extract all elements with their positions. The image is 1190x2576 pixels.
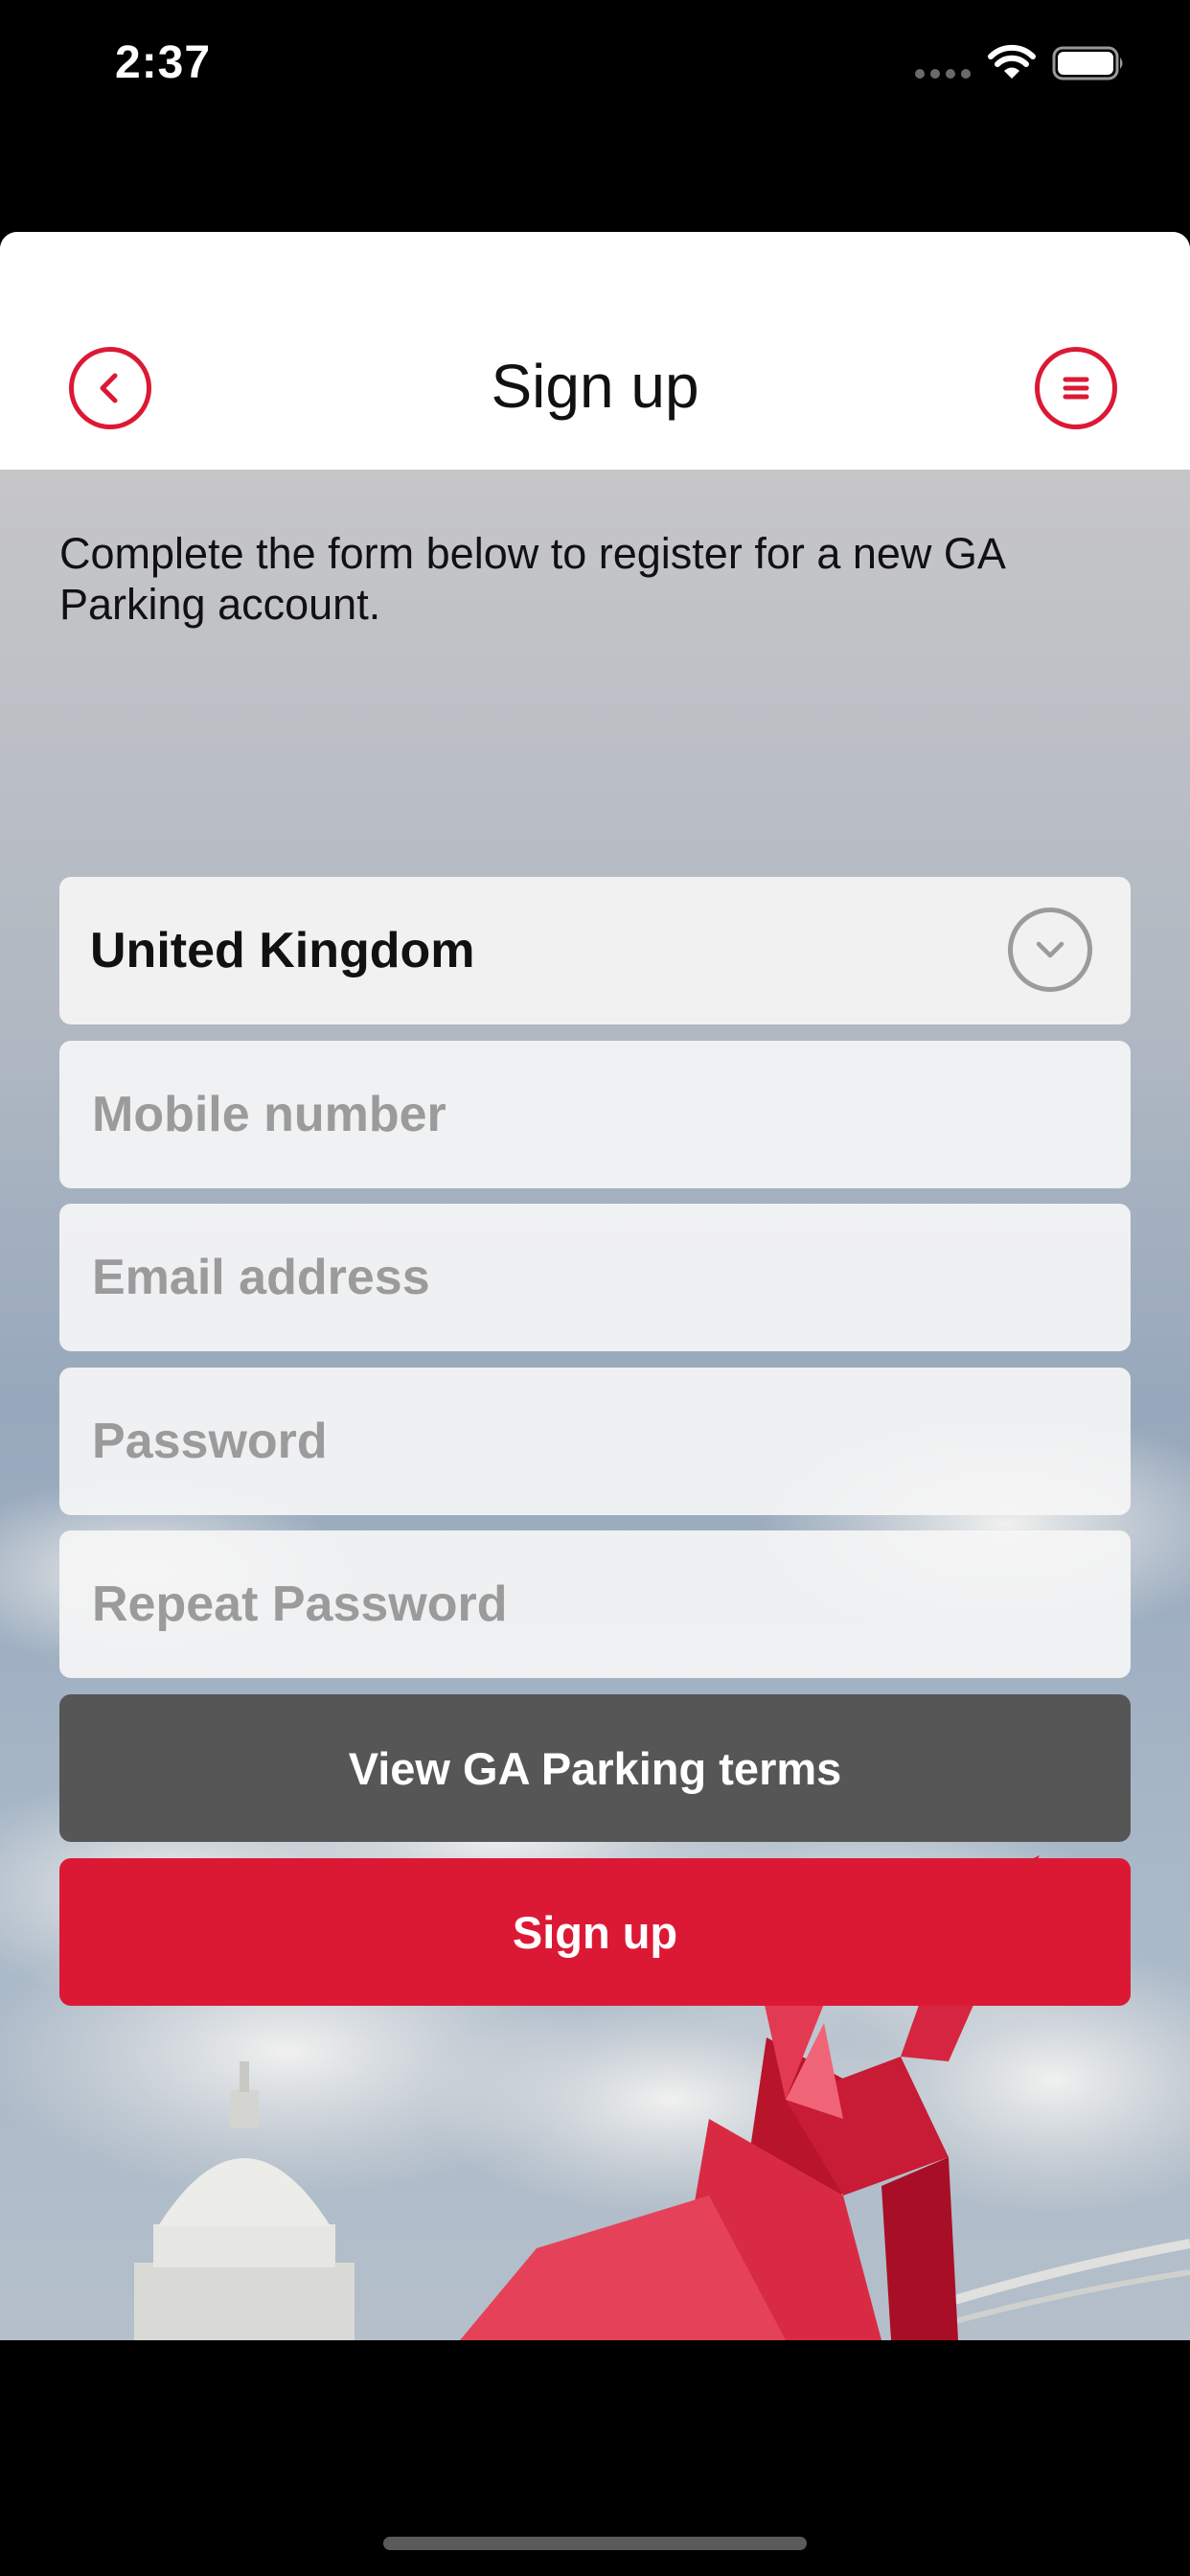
form-content: Complete the form below to register for … bbox=[0, 471, 1190, 2340]
repeat-password-input[interactable] bbox=[90, 1575, 1131, 1634]
email-field[interactable] bbox=[59, 1204, 1131, 1351]
repeat-password-field[interactable] bbox=[59, 1530, 1131, 1678]
email-input[interactable] bbox=[90, 1248, 1131, 1307]
signal-icon bbox=[915, 69, 971, 79]
app-sheet: Sign up Complete the form below to regis… bbox=[0, 232, 1190, 2340]
status-time: 2:37 bbox=[115, 37, 212, 88]
menu-icon bbox=[1063, 377, 1089, 400]
password-input[interactable] bbox=[90, 1412, 1131, 1471]
signup-button[interactable]: Sign up bbox=[59, 1858, 1131, 2006]
country-select[interactable]: United Kingdom bbox=[59, 877, 1131, 1024]
view-terms-button[interactable]: View GA Parking terms bbox=[59, 1694, 1131, 1842]
nav-bar: Sign up bbox=[0, 232, 1190, 471]
intro-text: Complete the form below to register for … bbox=[59, 529, 1004, 629]
battery-icon bbox=[1052, 46, 1123, 80]
mobile-number-field[interactable] bbox=[59, 1041, 1131, 1188]
wifi-icon bbox=[988, 44, 1036, 79]
mobile-number-input[interactable] bbox=[90, 1085, 1131, 1144]
chevron-down-icon[interactable] bbox=[1008, 908, 1092, 992]
menu-button[interactable] bbox=[1035, 347, 1117, 429]
home-indicator bbox=[383, 2537, 807, 2550]
status-bar: 2:37 bbox=[0, 0, 1190, 134]
password-field[interactable] bbox=[59, 1368, 1131, 1515]
page-title: Sign up bbox=[491, 352, 699, 421]
country-value: United Kingdom bbox=[90, 923, 475, 978]
